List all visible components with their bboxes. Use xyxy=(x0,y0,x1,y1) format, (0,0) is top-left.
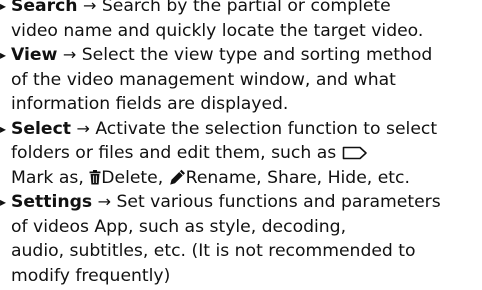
item-select-text-2: folders or files and edit them, such as xyxy=(11,143,337,163)
arrow-icon: → xyxy=(76,118,90,138)
item-select-text-3: Mark as, xyxy=(11,167,84,188)
item-search-line-2: video name and quickly locate the target… xyxy=(0,19,482,44)
item-view-line-3: information fields are displayed. xyxy=(0,92,482,117)
bullet-icon: ▸ xyxy=(0,48,7,62)
help-text: ▸ Search → Search by the partial or compl… xyxy=(0,0,482,288)
arrow-icon: → xyxy=(62,45,77,64)
arrow-icon: → xyxy=(83,0,97,15)
tag-outline-icon xyxy=(342,146,368,160)
arrow-icon: → xyxy=(97,192,112,211)
item-view-line-2: of the video management window, and what xyxy=(0,68,482,93)
term-select: Select xyxy=(11,118,71,139)
trash-icon xyxy=(89,169,101,185)
pencil-icon xyxy=(169,169,186,185)
item-search-line-1: ▸ Search → Search by the partial or compl… xyxy=(0,0,482,19)
item-settings-line-1: ▸ Settings → Set various functions and pa… xyxy=(0,190,482,215)
item-select-line-2: folders or files and edit them, such as xyxy=(0,141,482,166)
item-settings-line-2: of videos App, such as style, decoding, xyxy=(0,215,482,240)
item-select-line-3: Mark as, Delete, Rename, Share, Hide, et… xyxy=(0,166,482,191)
item-view-text-3: information fields are displayed. xyxy=(11,94,289,114)
item-search-text-2: video name and quickly locate the target… xyxy=(11,20,424,41)
item-select-text-5: Rename, Share, Hide, etc. xyxy=(185,167,410,188)
term-settings: Settings xyxy=(11,192,93,212)
item-select-text-1: Activate the selection function to selec… xyxy=(89,118,438,139)
bullet-icon: ▸ xyxy=(0,0,7,13)
item-search-text-1: Search by the partial or complete xyxy=(96,0,391,16)
item-settings-line-3: audio, subtitles, etc. (It is not recomm… xyxy=(0,239,482,264)
bullet-icon: ▸ xyxy=(0,121,7,136)
item-settings-line-4: modify frequently) xyxy=(0,264,482,289)
item-view-line-1: ▸ View → Select the view type and sorting… xyxy=(0,43,482,68)
item-select-line-1: ▸ Select → Activate the selection functio… xyxy=(0,117,482,142)
item-select-text-4: Delete, xyxy=(101,167,164,188)
bullet-icon: ▸ xyxy=(0,195,7,209)
item-settings-text-2: of videos App, such as style, decoding, xyxy=(11,216,347,237)
term-search: Search xyxy=(11,0,78,16)
item-settings-text-1: Set various functions and parameters xyxy=(111,192,441,212)
term-view: View xyxy=(11,45,58,65)
item-view-text-1: Select the view type and sorting method xyxy=(76,45,433,65)
item-view-text-2: of the video management window, and what xyxy=(11,69,396,90)
item-settings-text-4: modify frequently) xyxy=(11,265,171,286)
item-settings-text-3: audio, subtitles, etc. (It is not recomm… xyxy=(11,241,416,261)
